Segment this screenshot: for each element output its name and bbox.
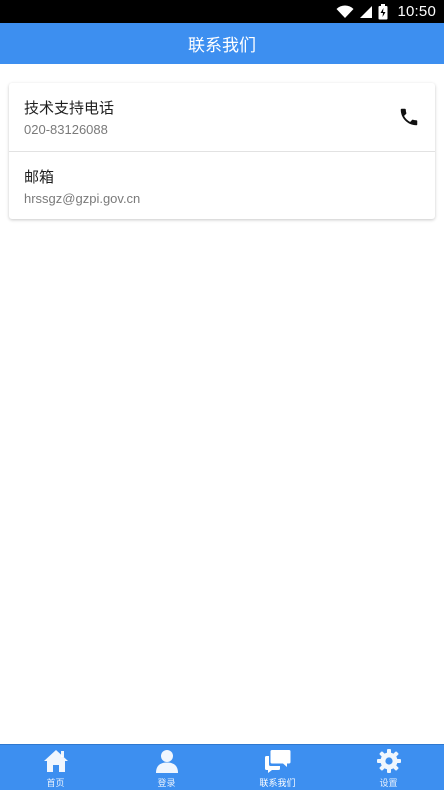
nav-item-login[interactable]: 登录 xyxy=(111,745,222,790)
contact-row-text: 技术支持电话 020-83126088 xyxy=(24,97,114,137)
status-bar: 10:50 xyxy=(0,0,444,23)
contact-title: 邮箱 xyxy=(24,167,55,186)
contact-card: 技术支持电话 020-83126088 邮箱 hrssgz@gzpi.gov.c… xyxy=(9,83,435,219)
gear-icon xyxy=(376,748,402,774)
contact-value: 020-83126088 xyxy=(24,122,108,137)
wifi-icon xyxy=(336,4,354,19)
contact-row-email[interactable]: 邮箱 hrssgz@gzpi.gov.cn xyxy=(9,151,435,219)
phone-icon[interactable] xyxy=(398,106,420,128)
contact-title: 技术支持电话 xyxy=(24,99,115,117)
nav-item-settings[interactable]: 设置 xyxy=(333,745,444,790)
nav-label: 登录 xyxy=(157,779,176,789)
user-icon xyxy=(154,748,180,774)
nav-label: 首页 xyxy=(46,779,65,789)
home-icon xyxy=(43,748,69,774)
app-header: 联系我们 xyxy=(0,23,444,64)
status-time: 10:50 xyxy=(397,3,436,20)
contact-row-phone[interactable]: 技术支持电话 020-83126088 xyxy=(9,83,435,151)
nav-label: 联系我们 xyxy=(259,779,296,789)
contact-value: hrssgz@gzpi.gov.cn xyxy=(24,190,141,206)
page-title: 联系我们 xyxy=(188,36,256,56)
bottom-nav: 首页 登录 联系我们 设置 xyxy=(0,744,444,790)
nav-item-contact[interactable]: 联系我们 xyxy=(222,745,333,790)
signal-icon xyxy=(359,5,373,19)
battery-icon xyxy=(378,3,388,20)
nav-label: 设置 xyxy=(379,779,398,789)
contact-row-text: 邮箱 hrssgz@gzpi.gov.cn xyxy=(24,166,140,206)
nav-item-home[interactable]: 首页 xyxy=(0,745,111,790)
chat-icon xyxy=(264,748,291,774)
